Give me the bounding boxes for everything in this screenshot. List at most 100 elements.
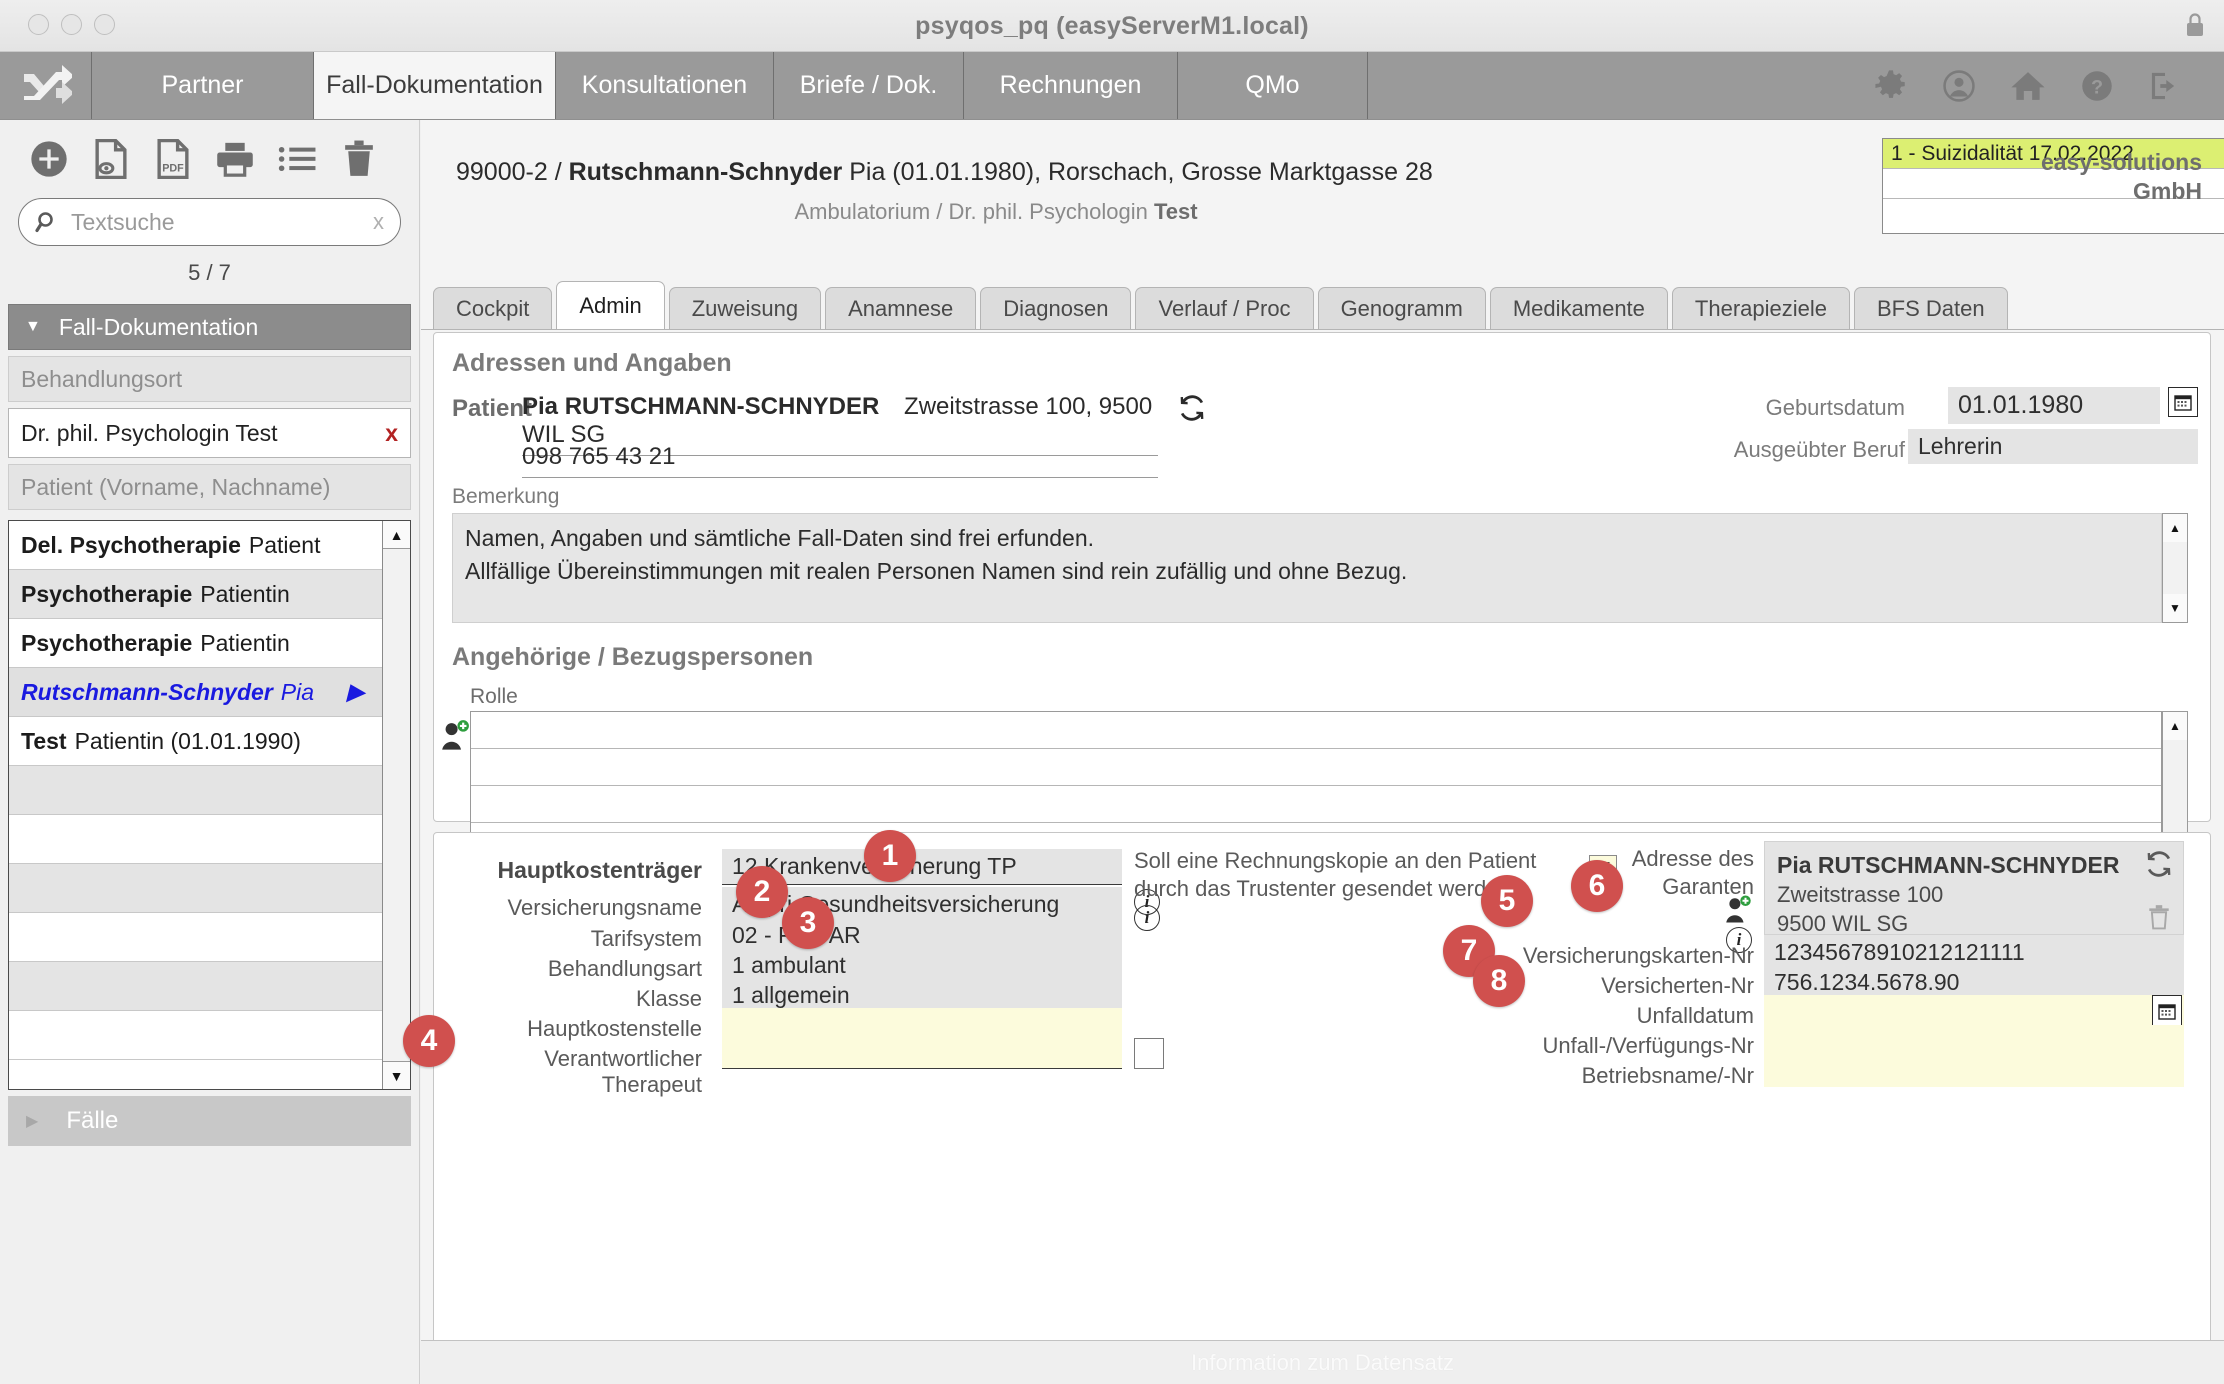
behandlungsart-label: Behandlungsart [547,956,702,981]
sidebar-section-fall-dokumentation[interactable]: ▼ Fall-Dokumentation [8,304,411,350]
tab-verlauf-proc[interactable]: Verlauf / Proc [1135,287,1314,329]
status-text: Information zum Datensatz [1191,1349,1454,1375]
tab-zuweisung[interactable]: Zuweisung [668,287,822,329]
list-icon[interactable] [266,136,328,182]
list-item[interactable] [9,766,382,815]
tab-admin[interactable]: Admin [556,281,665,329]
filter-clear-button[interactable]: x [385,420,398,447]
nav-tab-briefe-dok[interactable]: Briefe / Dok. [774,52,964,119]
brand-line-1: easy-solutions [2040,149,2202,175]
patient-phone-field[interactable]: 098 765 43 21 [522,443,1158,478]
filter-behandlungsort-value[interactable]: Dr. phil. Psychologin Test x [8,408,411,458]
nav-tab-konsultationen[interactable]: Konsultationen [556,52,774,119]
tab-medikamente[interactable]: Medikamente [1489,287,1668,329]
tab-genogramm[interactable]: Genogramm [1317,287,1486,329]
calendar-icon[interactable] [2168,387,2198,417]
preview-document-icon[interactable] [80,136,142,182]
scroll-up-icon[interactable]: ▲ [383,521,410,549]
list-item[interactable] [9,962,382,1011]
scroll-up-icon[interactable]: ▲ [2163,514,2187,542]
refresh-icon[interactable] [2146,851,2172,877]
tab-diagnosen[interactable]: Diagnosen [980,287,1132,329]
search-clear-button[interactable]: x [369,209,388,235]
search-box[interactable]: x [18,198,401,246]
patient-list-scrollbar[interactable]: ▲ ▼ [382,521,410,1089]
list-item[interactable]: Del. Psychotherapie Patient [9,521,382,570]
list-item-selected[interactable]: Rutschmann-Schnyder Pia ▶ [9,668,382,717]
filter-patient-label[interactable]: Patient (Vorname, Nachname) [8,464,411,510]
list-item[interactable] [9,864,382,913]
user-circle-icon[interactable] [1942,69,1976,103]
callout-badge-6: 6 [1571,860,1623,912]
garant-address-box[interactable]: Pia RUTSCHMANN-SCHNYDER Zweitstrasse 100… [1764,841,2184,936]
help-icon[interactable]: ? [2080,69,2114,103]
list-item[interactable] [9,1011,382,1060]
shuffle-logo-icon[interactable] [0,52,92,119]
list-item-detail: Patientin [200,580,290,607]
nav-tab-fall-dokumentation[interactable]: Fall-Dokumentation [314,52,556,119]
hauptkostenstelle-field[interactable] [722,1008,1122,1039]
record-pager: 5 / 7 [188,260,231,285]
delete-icon[interactable] [328,136,390,182]
search-input[interactable] [59,207,369,237]
tab-cockpit[interactable]: Cockpit [433,287,553,329]
patient-list[interactable]: Del. Psychotherapie Patient Psychotherap… [8,520,411,1090]
table-row[interactable] [471,712,2161,749]
home-icon[interactable] [2010,69,2046,103]
treatment-location: Ambulatorium / Dr. phil. Psychologin [794,199,1154,224]
logout-icon[interactable] [2148,69,2182,103]
gear-icon[interactable] [1874,69,1908,103]
nav-tab-partner[interactable]: Partner [92,52,314,119]
add-person-icon[interactable] [440,719,470,753]
patient-details: Pia (01.01.1980), Rorschach, Grosse Mark… [842,158,1433,186]
add-person-icon[interactable] [1724,895,1752,925]
scroll-down-icon[interactable]: ▼ [383,1061,410,1089]
list-item[interactable]: Psychotherapie Patientin [9,570,382,619]
callout-badge-5: 5 [1481,875,1533,927]
scroll-down-icon[interactable]: ▼ [2163,594,2187,622]
filter-behandlungsort-label: Behandlungsort [8,356,411,402]
unfalldatum-field[interactable] [1764,995,2184,1027]
list-item[interactable]: Test Patientin (01.01.1990) [9,717,382,766]
nav-tab-qmo[interactable]: QMo [1178,52,1368,119]
tab-label: Cockpit [456,295,530,321]
info-icon[interactable]: i [1134,905,1160,931]
tab-therapieziele[interactable]: Therapieziele [1671,287,1850,329]
unfall-nr-field[interactable] [1764,1025,2184,1057]
bemerkung-scrollbar[interactable]: ▲ ▼ [2162,513,2188,623]
tab-label: Anamnese [848,295,954,321]
callout-badge-4: 4 [403,1015,455,1067]
print-icon[interactable] [204,136,266,182]
window-title: psyqos_pq (easyServerM1.local) [915,12,1309,40]
scroll-up-icon[interactable]: ▲ [2163,712,2187,740]
tab-bfs-daten[interactable]: BFS Daten [1854,287,2008,329]
verantwortlicher-therapeut-field[interactable] [722,1038,1122,1069]
geburtsdatum-field[interactable]: 01.01.1980 [1948,387,2160,424]
verantwortlicher-therapeut-picker-button[interactable] [1134,1038,1164,1069]
unfall-nr-label: Unfall-/Verfügungs-Nr [1542,1033,1754,1058]
betriebsname-field[interactable] [1764,1055,2184,1087]
refresh-icon[interactable] [1179,395,1205,421]
main-navigation: Partner Fall-Dokumentation Konsultatione… [0,52,2224,120]
bemerkung-textarea[interactable]: Namen, Angaben und sämtliche Fall-Daten … [452,513,2162,623]
list-item[interactable] [9,913,382,962]
pdf-icon[interactable]: PDF [142,136,204,182]
nav-tab-rechnungen[interactable]: Rechnungen [964,52,1178,119]
beruf-field[interactable]: Lehrerin [1908,429,2198,464]
list-item-name: Psychotherapie [21,580,193,607]
add-icon[interactable] [18,136,80,182]
sidebar-toolbar: PDF [0,120,419,188]
list-item-detail: Patientin (01.01.1990) [74,727,301,754]
tab-anamnese[interactable]: Anamnese [825,287,977,329]
trash-icon[interactable] [2146,903,2172,931]
list-item[interactable] [9,815,382,864]
table-row[interactable] [471,749,2161,786]
list-item[interactable]: Psychotherapie Patientin [9,619,382,668]
sidebar-section-faelle[interactable]: ▶ Fälle [8,1096,411,1146]
rolle-label: Rolle [470,685,518,708]
tab-label: Therapieziele [1694,295,1827,321]
nav-tab-label: Rechnungen [999,71,1142,99]
versicherungskarten-label: Versicherungskarten-Nr [1522,943,1754,968]
table-row[interactable] [471,786,2161,823]
calendar-icon[interactable] [2152,995,2182,1027]
